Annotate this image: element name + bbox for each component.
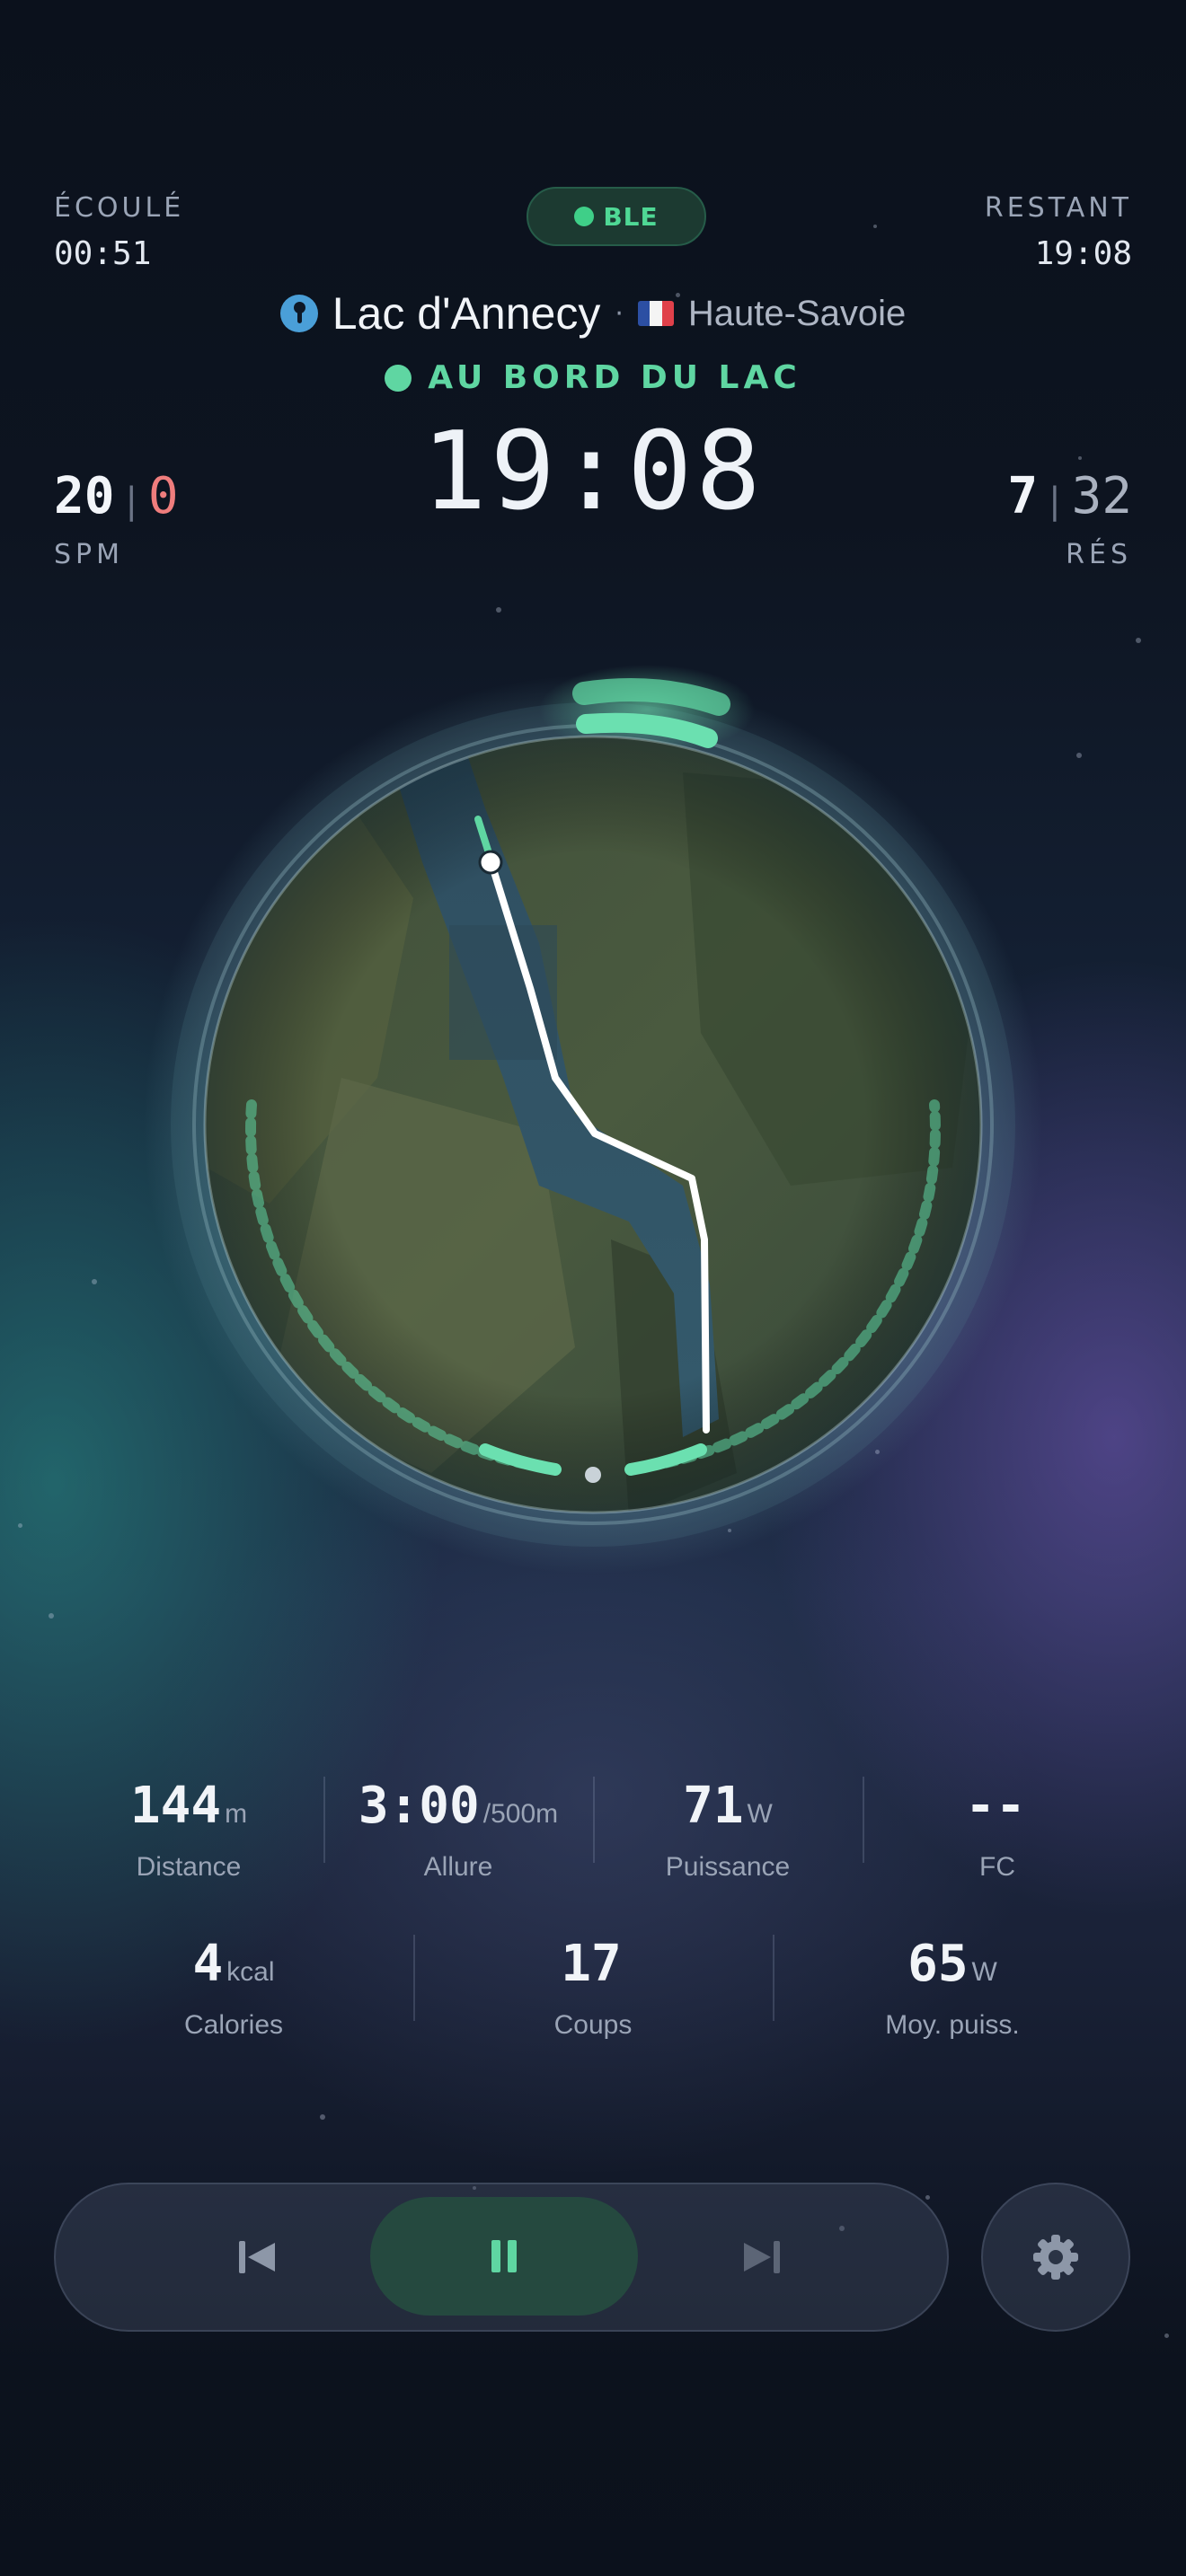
stat-label: Puissance <box>665 1852 791 1882</box>
location-name: Lac d'Annecy <box>332 288 601 339</box>
stat-pace: 3:00/500m Allure <box>323 1777 593 1883</box>
stat-heart-rate: -- FC <box>863 1777 1132 1883</box>
stat-value: -- <box>965 1777 1026 1835</box>
stat-distance: 144 m Distance <box>54 1777 323 1883</box>
res-total-value: 32 <box>1071 467 1132 525</box>
settings-button[interactable] <box>981 2183 1130 2332</box>
stat-unit: m <box>225 1799 248 1829</box>
stat-value: 144 <box>129 1777 222 1835</box>
stat-label: Coups <box>553 2010 633 2040</box>
stat-power: 71 W Puissance <box>593 1777 863 1883</box>
stat-strokes: 17 Coups <box>413 1935 773 2041</box>
res-unit: RÉS <box>1066 539 1132 570</box>
playback-controls <box>54 2183 949 2332</box>
spm-secondary-value: 0 <box>147 467 179 525</box>
location-region: Haute-Savoie <box>687 293 907 333</box>
location-status: AU BORD DU LAC <box>0 359 1186 396</box>
stat-label: Calories <box>183 2010 284 2040</box>
stat-value: 17 <box>561 1935 622 1993</box>
ble-connection-badge[interactable]: BLE <box>527 187 706 246</box>
stat-value: 71 <box>683 1777 744 1835</box>
stat-unit: W <box>971 1957 997 1987</box>
previous-button[interactable] <box>164 2184 352 2330</box>
flag-france-icon <box>637 301 674 326</box>
spm-metric: 20 | 0 <box>54 467 179 525</box>
next-button[interactable] <box>667 2184 855 2330</box>
stat-unit: kcal <box>226 1957 275 1987</box>
spm-unit: SPM <box>54 539 125 570</box>
spm-divider: | <box>125 481 137 522</box>
res-value: 7 <box>1007 467 1039 525</box>
pause-icon <box>491 2240 517 2272</box>
stat-label: Distance <box>136 1852 242 1882</box>
location-header: Lac d'Annecy · Haute-Savoie <box>0 287 1186 340</box>
stat-label: Moy. puiss. <box>885 2010 1020 2040</box>
stat-unit: W <box>747 1799 773 1829</box>
status-text: AU BORD DU LAC <box>428 359 801 396</box>
stat-label: FC <box>979 1852 1015 1882</box>
stat-value: 3:00 <box>358 1777 480 1835</box>
pause-button[interactable] <box>370 2197 638 2316</box>
res-divider: | <box>1049 481 1061 522</box>
location-separator: · <box>615 297 624 330</box>
remaining-time: 19:08 <box>1034 235 1132 272</box>
gear-icon <box>1033 2235 1078 2280</box>
elapsed-label: ÉCOULÉ <box>54 192 185 224</box>
stat-calories: 4 kcal Calories <box>54 1935 413 2041</box>
status-dot <box>385 364 412 392</box>
stat-value: 65 <box>907 1935 969 1993</box>
stat-label: Allure <box>423 1852 493 1882</box>
res-metric: 7 | 32 <box>1007 467 1132 525</box>
remaining-label: RESTANT <box>984 192 1132 224</box>
ble-label: BLE <box>603 201 659 232</box>
location-pin-icon <box>279 295 318 332</box>
connection-status-dot <box>574 207 595 226</box>
stats-row-secondary: 4 kcal Calories 17 Coups 65 W Moy. puiss. <box>54 1935 1132 2041</box>
stats-row-primary: 144 m Distance 3:00/500m Allure 71 W Puiss… <box>54 1777 1132 1883</box>
stat-unit: /500m <box>482 1799 559 1829</box>
elapsed-time: 00:51 <box>54 235 152 272</box>
stat-avg-power: 65 W Moy. puiss. <box>773 1935 1132 2041</box>
stat-value: 4 <box>192 1935 224 1993</box>
skip-previous-icon <box>239 2241 275 2273</box>
spm-value: 20 <box>54 467 115 525</box>
skip-next-icon <box>744 2241 780 2273</box>
